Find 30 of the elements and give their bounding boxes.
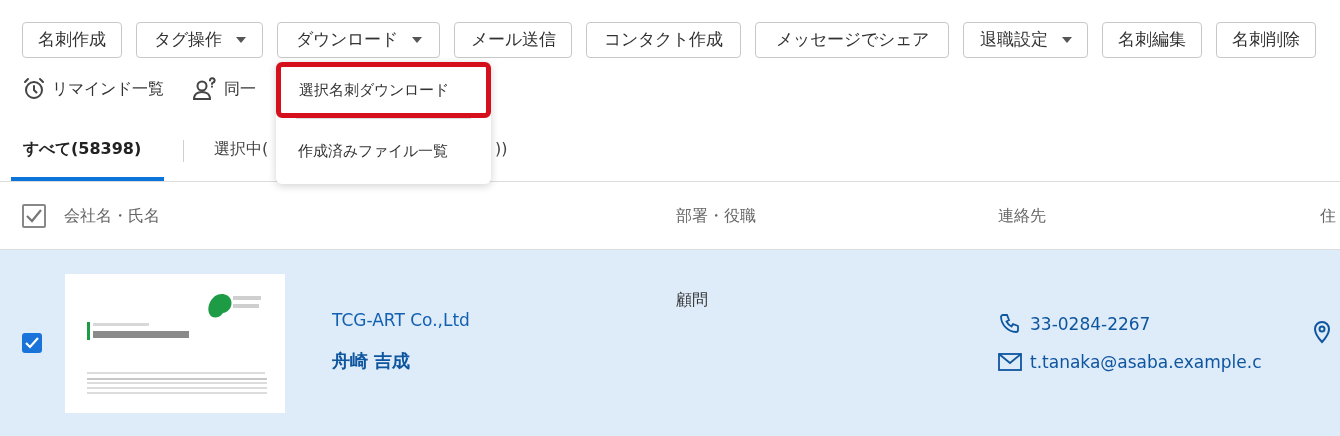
toolbar-button[interactable]: 名刺作成: [22, 22, 122, 58]
toolbar-button[interactable]: 名刺編集: [1102, 22, 1202, 58]
person-name[interactable]: 舟崎 吉成: [332, 347, 470, 375]
toolbar-link[interactable]: リマインド一覧: [22, 77, 164, 101]
dropdown-button[interactable]: ダウンロード: [277, 22, 440, 58]
job-title: 顧問: [676, 290, 708, 309]
toolbar-link[interactable]: 同一: [192, 77, 256, 101]
alarm-clock-icon: [22, 77, 46, 101]
row-checkbox[interactable]: [22, 333, 42, 353]
column-header: 住: [1319, 204, 1337, 227]
toolbar-button[interactable]: コンタクト作成: [586, 22, 741, 58]
column-header: 連絡先: [998, 204, 1047, 227]
column-header: 会社名・氏名: [64, 204, 161, 227]
tab[interactable]: すべて(58398): [11, 120, 164, 181]
toolbar-button[interactable]: 名刺削除: [1216, 22, 1316, 58]
table-row[interactable]: TCG-ART Co.,Ltd 舟崎 吉成 顧問 33-0284-2267 t.tanaka@asaba.example.c: [0, 250, 1340, 436]
select-all-checkbox[interactable]: [22, 203, 46, 228]
toolbar-button[interactable]: メール送信: [454, 22, 572, 58]
menu-item[interactable]: 作成済みファイル一覧: [276, 119, 491, 184]
dropdown-button[interactable]: 退職設定: [963, 22, 1088, 58]
email-address[interactable]: t.tanaka@asaba.example.c: [1030, 349, 1262, 375]
menu-item[interactable]: 選択名刺ダウンロード: [276, 62, 491, 118]
column-header: 部署・役職: [676, 204, 757, 227]
dropdown-button[interactable]: タグ操作: [136, 22, 263, 58]
map-pin-icon: [1313, 320, 1331, 344]
person-question-icon: [192, 77, 218, 101]
toolbar-button[interactable]: メッセージでシェア: [755, 22, 949, 58]
mail-icon: [998, 353, 1022, 372]
phone-number[interactable]: 33-0284-2267: [1030, 312, 1151, 338]
company-name[interactable]: TCG-ART Co.,Ltd: [332, 307, 470, 334]
